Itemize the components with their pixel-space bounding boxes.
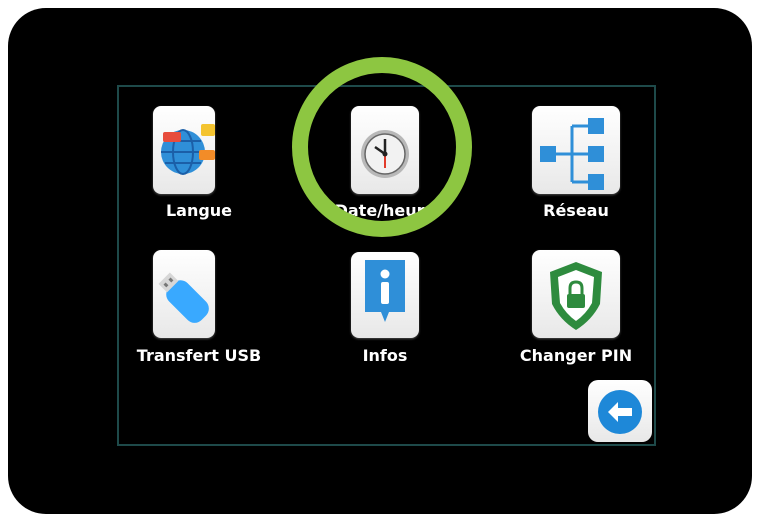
back-arrow-icon <box>598 390 642 434</box>
changer-pin-button[interactable] <box>532 250 620 338</box>
reseau-label: Réseau <box>543 201 609 220</box>
info-icon <box>365 260 405 322</box>
usb-drive-icon <box>158 272 209 323</box>
infos-label: Infos <box>362 346 408 365</box>
transfert-usb-label: Transfert USB <box>136 346 262 365</box>
langue-label: Langue <box>165 201 233 220</box>
clock-icon <box>361 130 409 178</box>
date-heure-button[interactable] <box>351 106 419 194</box>
infos-button[interactable] <box>351 252 419 338</box>
langue-button[interactable] <box>153 106 215 194</box>
reseau-button[interactable] <box>532 106 620 194</box>
network-tree-icon <box>540 118 604 190</box>
date-heure-label: Date/heure <box>334 201 436 220</box>
transfert-usb-button[interactable] <box>153 250 215 338</box>
globe-chat-icon <box>161 124 215 175</box>
changer-pin-label: Changer PIN <box>519 346 633 365</box>
shield-lock-icon <box>550 262 602 330</box>
back-button[interactable] <box>588 380 652 442</box>
